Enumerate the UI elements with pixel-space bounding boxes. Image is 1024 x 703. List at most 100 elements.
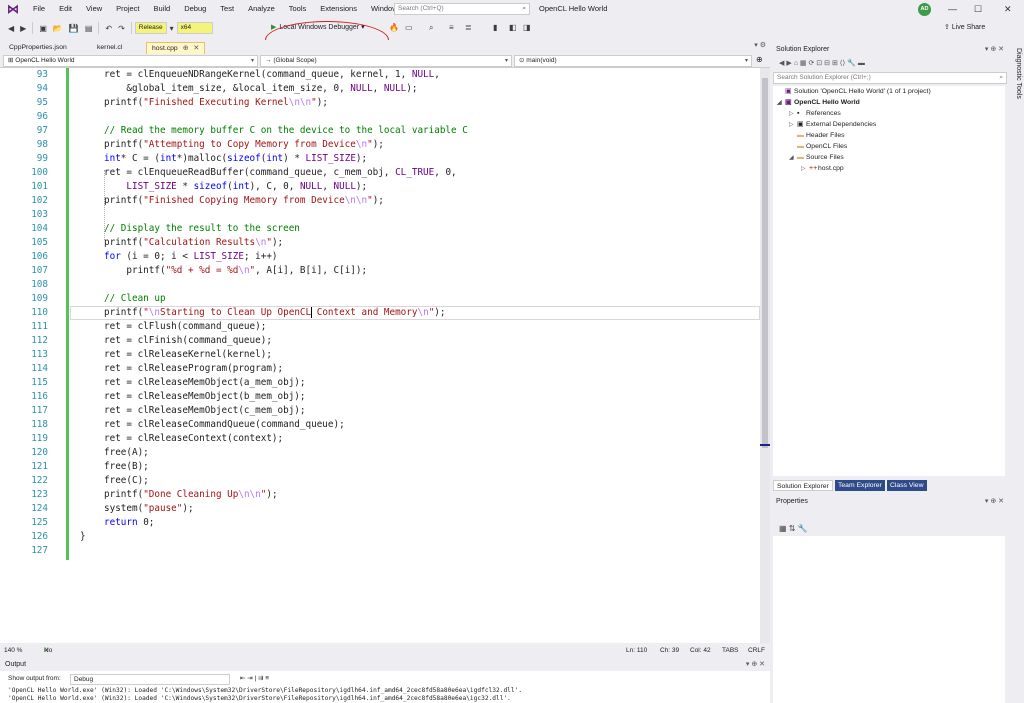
open-file-icon[interactable]: 📂 (53, 24, 63, 33)
code-line[interactable]: 124 system("pause"); (0, 502, 760, 516)
split-icon[interactable]: ⊕ (756, 55, 763, 64)
find-icon[interactable]: ⌕ (429, 23, 433, 33)
prev-bookmark-icon[interactable]: ◧ (509, 23, 517, 32)
tree-item-references[interactable]: ▷ ▪ References (789, 108, 841, 119)
live-share-button[interactable]: ⇪ Live Share (944, 18, 985, 38)
code-line[interactable]: 117 ret = clReleaseMemObject(c_mem_obj); (0, 404, 760, 418)
code-line[interactable]: 113 ret = clReleaseKernel(kernel); (0, 348, 760, 362)
code-line[interactable]: 98 printf("Attempting to Copy Memory from… (0, 138, 760, 152)
save-icon[interactable]: 💾 (69, 24, 79, 33)
panel-controls-icon[interactable]: ▾ ⊕ ✕ (746, 659, 765, 671)
properties-icon[interactable]: 🔧 (847, 60, 856, 67)
code-line[interactable]: 110 printf("\nStarting to Clean Up OpenCL… (0, 306, 760, 320)
code-line[interactable]: 116 ret = clReleaseMemObject(b_mem_obj); (0, 390, 760, 404)
home-icon[interactable]: ⌂ (794, 60, 798, 67)
tab-host-cpp[interactable]: host.cpp ⊕ ✕ (146, 42, 206, 54)
code-line[interactable]: 125 return 0; (0, 516, 760, 530)
code-line[interactable]: 106 for (i = 0; i < LIST_SIZE; i++) (0, 250, 760, 264)
tree-item-host-cpp[interactable]: ▷ ++host.cpp (801, 163, 844, 174)
chevron-down-icon[interactable]: ▾ (170, 24, 174, 33)
code-line[interactable]: 103 (0, 208, 760, 222)
forward-icon[interactable]: ▶ (786, 60, 791, 67)
expanded-icon[interactable]: ◢ (789, 153, 797, 164)
tab-overflow-icon[interactable]: ▾ ⚙ (754, 41, 766, 49)
tree-item-solution[interactable]: ▣ Solution 'OpenCL Hello World' (1 of 1 p… (777, 86, 931, 97)
tree-item-opencl-files[interactable]: ▬ OpenCL Files (789, 141, 847, 152)
code-line[interactable]: 119 ret = clReleaseContext(context); (0, 432, 760, 446)
code-line[interactable]: 102 printf("Finished Copying Memory from … (0, 194, 760, 208)
tree-item-external-dependencies[interactable]: ▷ ▣ External Dependencies (789, 119, 876, 130)
project-select[interactable]: ⊞ OpenCL Hello World ▾ (3, 55, 258, 67)
pin-icon[interactable]: ⊕ (183, 45, 189, 52)
attach-process-icon[interactable]: 🔥 (389, 23, 399, 32)
menu-file[interactable]: File (26, 0, 52, 18)
code-line[interactable]: 122 free(C); (0, 474, 760, 488)
code-line[interactable]: 114 ret = clReleaseProgram(program); (0, 362, 760, 376)
code-line[interactable]: 120 free(A); (0, 446, 760, 460)
diagnostic-tools-tab[interactable]: Diagnostic Tools (1008, 48, 1022, 168)
member-select[interactable]: ⊙ main(void) ▾ (514, 55, 752, 67)
code-line[interactable]: 107 printf("%d + %d = %d\n", A[i], B[i],… (0, 264, 760, 278)
minimize-icon[interactable]: — (948, 0, 957, 18)
solution-configuration-select[interactable]: Release (134, 22, 167, 34)
code-line[interactable]: 105 printf("Calculation Results\n"); (0, 236, 760, 250)
menu-tools[interactable]: Tools (282, 0, 314, 18)
code-line[interactable]: 121 free(B); (0, 460, 760, 474)
scrollbar-thumb[interactable] (762, 78, 768, 448)
undo-icon[interactable]: ↶ (105, 24, 112, 33)
code-line[interactable]: 96 (0, 110, 760, 124)
screenshot-icon[interactable]: ▭ (405, 23, 413, 32)
scope-select[interactable]: → (Global Scope) ▾ (260, 55, 512, 67)
code-line[interactable]: 104 // Display the result to the screen (0, 222, 760, 236)
save-all-icon[interactable]: ▤ (85, 24, 93, 33)
code-line[interactable]: 94 &global_item_size, &local_item_size, … (0, 82, 760, 96)
close-icon[interactable]: ✕ (1004, 0, 1012, 18)
avatar[interactable]: AD (918, 3, 931, 16)
output-source-select[interactable]: Debug (70, 674, 230, 685)
back-icon[interactable]: ◀ (779, 60, 784, 67)
indent-mode[interactable]: TABS (722, 645, 739, 657)
code-line[interactable]: 112 ret = clFinish(command_queue); (0, 334, 760, 348)
property-pages-icon[interactable]: 🔧 (798, 524, 808, 533)
alphabetical-icon[interactable]: ⇅ (789, 524, 796, 533)
output-tool-icons[interactable]: ⇤ ⇥ | ⇉ ≡ (240, 673, 269, 685)
next-bookmark-icon[interactable]: ◨ (523, 23, 531, 32)
code-line[interactable]: 108 (0, 278, 760, 292)
close-icon[interactable]: ✕ (193, 45, 199, 52)
line-ending[interactable]: CRLF (748, 645, 765, 657)
code-line[interactable]: 126} (0, 530, 760, 544)
code-line[interactable]: 111 ret = clFlush(command_queue); (0, 320, 760, 334)
code-line[interactable]: 99 int* C = (int*)malloc(sizeof(int) * LI… (0, 152, 760, 166)
bookmark-icon[interactable]: ▮ (493, 23, 497, 32)
tab-team-explorer[interactable]: Team Explorer (835, 480, 885, 491)
format-icon[interactable]: ≡ (449, 23, 454, 32)
categorized-icon[interactable]: ▦ (779, 524, 787, 533)
code-line[interactable]: 127 (0, 544, 760, 558)
menu-view[interactable]: View (79, 0, 109, 18)
collapsed-icon[interactable]: ▷ (801, 164, 809, 175)
tab-kernel-cl[interactable]: kernel.cl (92, 42, 127, 54)
code-line[interactable]: 95 printf("Finished Executing Kernel\n\n"… (0, 96, 760, 110)
tree-item-source-files[interactable]: ◢ ▬ Source Files (789, 152, 844, 163)
expanded-icon[interactable]: ◢ (777, 98, 785, 109)
code-line[interactable]: 93 ret = clEnqueueNDRangeKernel(command_q… (0, 68, 760, 82)
code-editor[interactable]: 93 ret = clEnqueueNDRangeKernel(command_q… (0, 68, 760, 643)
solution-platform-select[interactable]: x64 (176, 22, 213, 34)
tab-cppproperties[interactable]: CppProperties.json (4, 42, 72, 54)
forward-icon[interactable]: ▶ (20, 24, 26, 33)
pin-icon[interactable]: ▬ (858, 60, 865, 67)
show-all-files-icon[interactable]: ⊞ (832, 60, 838, 67)
menu-test[interactable]: Test (213, 0, 241, 18)
preview-icon[interactable]: ⟨⟩ (840, 60, 845, 67)
menu-edit[interactable]: Edit (52, 0, 79, 18)
tree-item-header-files[interactable]: ▬ Header Files (789, 130, 845, 141)
back-icon[interactable]: ◀ (8, 24, 14, 33)
tree-item-project[interactable]: ◢ ▣ OpenCL Hello World (777, 97, 860, 108)
panel-controls-icon[interactable]: ▾ ⊕ ✕ (985, 44, 1004, 56)
code-line[interactable]: 101 LIST_SIZE * sizeof(int), C, 0, NULL,… (0, 180, 760, 194)
code-line[interactable]: 118 ret = clReleaseCommandQueue(command_q… (0, 418, 760, 432)
editor-scrollbar[interactable] (760, 68, 770, 643)
code-line[interactable]: 97 // Read the memory buffer C on the dev… (0, 124, 760, 138)
code-line[interactable]: 123 printf("Done Cleaning Up\n\n"); (0, 488, 760, 502)
collapse-all-icon[interactable]: ⊟ (824, 60, 830, 67)
